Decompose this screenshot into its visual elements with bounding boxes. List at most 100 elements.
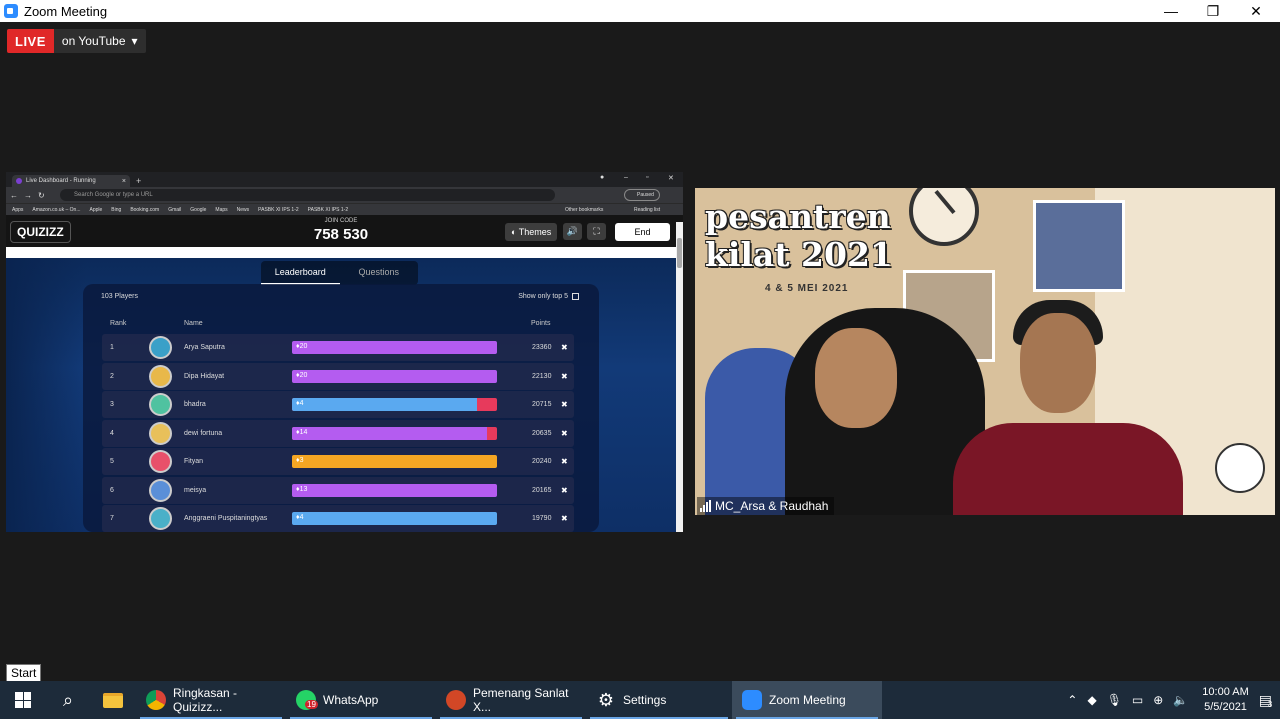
clock-date: 5/5/2021 (1204, 701, 1247, 713)
minimize-button[interactable]: — (1151, 0, 1191, 22)
browser-tab[interactable]: Live Dashboard - Running × (12, 175, 130, 187)
browser-tabstrip: Live Dashboard - Running × + ● – ▫ ✕ (6, 172, 683, 187)
language-icon[interactable]: ⊕ (1153, 693, 1163, 707)
sound-icon[interactable]: 🔊 (563, 223, 582, 240)
reading-list[interactable]: Reading list (634, 207, 660, 213)
browser-minimize-icon[interactable]: – (624, 174, 628, 181)
bookmark-item[interactable]: Booking.com (130, 207, 159, 213)
live-indicator[interactable]: LIVE on YouTube ▾ (7, 29, 146, 53)
profile-paused-button[interactable]: Paused (624, 189, 660, 201)
taskbar-clock[interactable]: 10:00 AM 5/5/2021 (1202, 685, 1248, 715)
row-rank: 6 (110, 487, 114, 494)
back-icon[interactable]: ← (10, 191, 18, 200)
tab-leaderboard[interactable]: Leaderboard (261, 261, 340, 285)
other-bookmarks[interactable]: Other bookmarks (565, 207, 603, 213)
column-header-name: Name (184, 320, 203, 327)
taskbar-app-chrome[interactable]: Ringkasan - Quizizz... (136, 681, 286, 719)
participant-video[interactable]: pesantren kilat 2021 4 & 5 MEI 2021 (695, 188, 1275, 515)
show-top5-checkbox[interactable] (572, 293, 579, 300)
accuracy-bar-fill (292, 398, 477, 411)
network-status-icon[interactable]: ◆ (1087, 693, 1096, 707)
school-logo (1215, 443, 1265, 493)
browser-close-icon[interactable]: ✕ (668, 174, 674, 182)
streak-count: 20 (299, 372, 308, 379)
browser-restore-icon[interactable]: ▫ (646, 174, 648, 181)
person-right (953, 423, 1183, 515)
clock-graphic (909, 188, 979, 246)
row-points: 20715 (532, 401, 552, 408)
taskbar-app-label: WhatsApp (323, 693, 379, 707)
leaderboard-area: Leaderboard Questions 103 Players Show o… (6, 258, 676, 532)
accuracy-bar: ♦3 (292, 455, 497, 468)
microphone-icon[interactable]: 🎙 (1107, 693, 1122, 707)
bookmark-item[interactable]: Apps (12, 207, 23, 213)
close-button[interactable]: ✕ (1236, 0, 1276, 22)
forward-icon[interactable]: → (24, 191, 32, 200)
streak-label: ♦20 (296, 372, 308, 379)
windows-icon (15, 692, 31, 708)
column-header-rank: Rank (110, 320, 127, 327)
search-icon[interactable]: ⌕ (46, 681, 90, 719)
remove-player-icon[interactable]: ✖ (561, 457, 568, 466)
table-row: 2 Dipa Hidayat ♦20 22130 ✖ (102, 363, 574, 390)
maximize-button[interactable]: ❐ (1193, 0, 1233, 22)
window-titlebar: Zoom Meeting — ❐ ✕ (0, 0, 1280, 22)
zoom-icon (4, 4, 18, 18)
taskbar: ⌕ Ringkasan - Quizizz... 19 WhatsApp Pem… (0, 681, 1280, 719)
remove-player-icon[interactable]: ✖ (561, 372, 568, 381)
show-hidden-icons-icon[interactable]: ⌃ (1067, 693, 1077, 707)
remove-player-icon[interactable]: ✖ (561, 400, 568, 409)
avatar (149, 479, 172, 502)
remove-player-icon[interactable]: ✖ (561, 514, 568, 523)
bookmark-item[interactable]: Google (190, 207, 206, 213)
remove-player-icon[interactable]: ✖ (561, 486, 568, 495)
page-scrollbar[interactable] (676, 222, 683, 532)
reload-icon[interactable]: ↻ (38, 191, 45, 200)
row-points: 20635 (532, 430, 552, 437)
taskbar-app-settings[interactable]: ⚙ Settings (586, 681, 732, 719)
browser-toolbar: ← → ↻ Search Google or type a URL Paused (6, 187, 683, 203)
close-tab-icon[interactable]: × (122, 178, 126, 185)
account-icon[interactable]: ● (600, 174, 604, 181)
bookmark-item[interactable]: News (237, 207, 250, 213)
bookmark-item[interactable]: PASBK XI IPS 1-2 (308, 207, 348, 213)
accuracy-bar-fill (292, 512, 497, 525)
table-row: 4 dewi fortuna ♦14 20635 ✖ (102, 420, 574, 447)
volume-icon[interactable]: 🔈 (1173, 693, 1188, 707)
bookmark-item[interactable]: Maps (215, 207, 227, 213)
tab-questions[interactable]: Questions (340, 261, 419, 285)
live-destination-dropdown[interactable]: on YouTube ▾ (53, 29, 146, 53)
window-title: Zoom Meeting (24, 3, 108, 19)
file-explorer-button[interactable] (90, 681, 136, 719)
battery-icon[interactable]: ▭ (1132, 693, 1143, 707)
remove-player-icon[interactable]: ✖ (561, 343, 568, 352)
fullscreen-icon[interactable]: ⛶ (587, 223, 606, 240)
new-tab-icon[interactable]: + (136, 176, 141, 186)
system-tray: ⌃ ◆ 🎙 ▭ ⊕ 🔈 10:00 AM 5/5/2021 ▤ 3 (1067, 681, 1280, 719)
signal-icon (700, 500, 711, 512)
bookmark-item[interactable]: PASBK XI IPS 1-2 (258, 207, 298, 213)
taskbar-app-zoom[interactable]: Zoom Meeting (732, 681, 882, 719)
banner-title: pesantren kilat 2021 (705, 198, 893, 274)
start-button[interactable] (0, 681, 46, 719)
whatsapp-icon: 19 (296, 690, 318, 710)
scrollbar-thumb[interactable] (677, 238, 682, 268)
themes-button[interactable]: ◐ Themes (505, 223, 558, 241)
show-top5-toggle[interactable]: Show only top 5 (518, 293, 579, 300)
shared-screen[interactable]: Live Dashboard - Running × + ● – ▫ ✕ ← →… (6, 172, 683, 532)
bookmark-item[interactable]: Gmail (168, 207, 181, 213)
notifications-icon[interactable]: ▤ 3 (1259, 692, 1272, 709)
bookmark-item[interactable]: Apple (90, 207, 103, 213)
taskbar-app-whatsapp[interactable]: 19 WhatsApp (286, 681, 436, 719)
bookmark-item[interactable]: Bing (111, 207, 121, 213)
omnibox[interactable]: Search Google or type a URL (60, 189, 555, 201)
remove-player-icon[interactable]: ✖ (561, 429, 568, 438)
table-row: 5 Fityan ♦3 20240 ✖ (102, 448, 574, 475)
unread-badge: 19 (305, 700, 318, 709)
clock-time: 10:00 AM (1202, 686, 1249, 698)
taskbar-app-powerpoint[interactable]: Pemenang Sanlat X... (436, 681, 586, 719)
live-badge: LIVE (7, 29, 54, 53)
notification-count: 3 (1267, 699, 1273, 709)
end-button[interactable]: End (615, 223, 670, 241)
bookmark-item[interactable]: Amazon.co.uk – On... (32, 207, 80, 213)
